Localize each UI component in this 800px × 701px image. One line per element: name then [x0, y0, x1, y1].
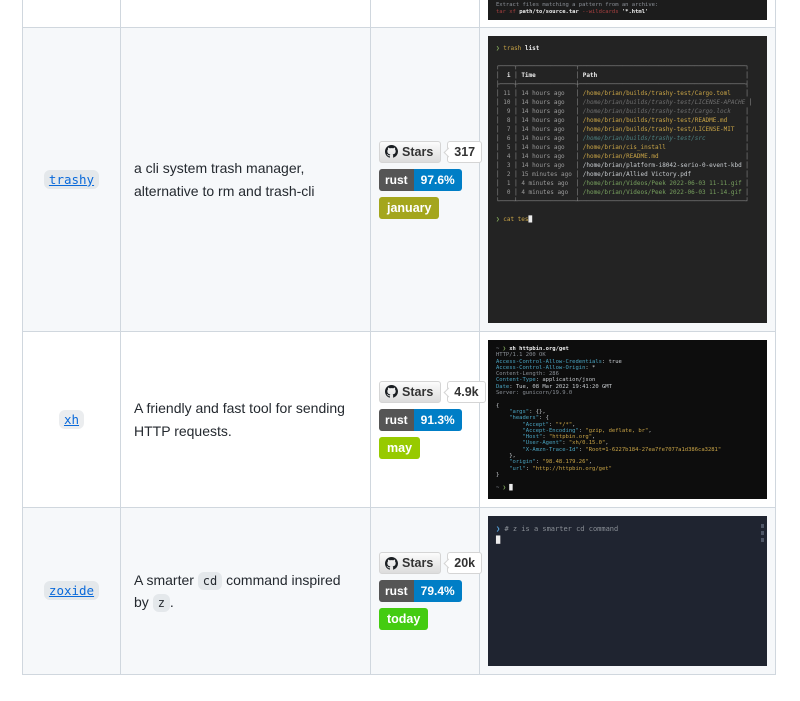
- repo-name-cell: xh: [23, 332, 121, 507]
- repo-description: A smarter cd command inspired by z.: [134, 569, 357, 614]
- github-icon: [385, 385, 398, 398]
- stars-count: 4.9k: [447, 381, 485, 403]
- badges-cell: Stars 4.9k rust91.3% may: [371, 332, 480, 507]
- language-name: rust: [379, 409, 414, 431]
- description-cell: A friendly and fast tool for sending HTT…: [121, 332, 371, 507]
- repo-name-cell: zoxide: [23, 508, 121, 674]
- github-stars-badge[interactable]: Stars 4.9k: [379, 381, 486, 403]
- description-cell: A smarter cd command inspired by z.: [121, 508, 371, 674]
- description-text: a cli system trash manager, alternative …: [134, 160, 315, 198]
- description-cell: a cli system trash manager, alternative …: [121, 28, 371, 331]
- language-name: rust: [379, 169, 414, 191]
- month-badge: january: [379, 197, 439, 219]
- repo-link[interactable]: trashy: [44, 171, 99, 189]
- screenshot-cell: ❯ trash list ┌────┬────────────────┬────…: [480, 28, 776, 331]
- table-row: zoxide A smarter cd command inspired by …: [23, 508, 776, 675]
- repo-link[interactable]: zoxide: [44, 582, 99, 600]
- repo-link-code: zoxide: [44, 581, 99, 600]
- stars-count: 20k: [447, 552, 482, 574]
- repo-name-cell: [23, 0, 121, 27]
- github-stars-badge[interactable]: Stars 20k: [379, 552, 482, 574]
- repo-name-cell: trashy: [23, 28, 121, 331]
- screenshot-cell: ❯ # z is a smarter cd command█: [480, 508, 776, 674]
- stars-badge-left: Stars: [379, 381, 441, 403]
- github-icon: [385, 557, 398, 570]
- repo-link[interactable]: xh: [59, 411, 84, 429]
- description-text: A friendly and fast tool for sending HTT…: [134, 400, 345, 438]
- terminal-screenshot: ~ ❯ xh httpbin.org/getHTTP/1.1 200 OKAcc…: [488, 340, 767, 499]
- screenshot-cell: Extract files matching a pattern from an…: [480, 0, 776, 27]
- stars-count: 317: [447, 141, 482, 163]
- language-percent: 97.6%: [414, 169, 462, 191]
- terminal-screenshot: Extract files matching a pattern from an…: [488, 0, 767, 20]
- language-percent: 79.4%: [414, 580, 462, 602]
- language-badge: rust79.4%: [379, 580, 462, 602]
- stars-label: Stars: [402, 385, 433, 399]
- repo-description: a cli system trash manager, alternative …: [134, 157, 357, 202]
- terminal-screenshot: ❯ trash list ┌────┬────────────────┬────…: [488, 36, 767, 323]
- stars-badge-left: Stars: [379, 141, 441, 163]
- badges-cell: Stars 20k rust79.4% today: [371, 508, 480, 674]
- badges-cell: [371, 0, 480, 27]
- inline-code: z: [153, 594, 170, 612]
- table-row: trashy a cli system trash manager, alter…: [23, 28, 776, 332]
- badges-cell: Stars 317 rust97.6% january: [371, 28, 480, 331]
- language-percent: 91.3%: [414, 409, 462, 431]
- github-icon: [385, 145, 398, 158]
- description-text: .: [170, 594, 174, 610]
- description-cell: [121, 0, 371, 27]
- table-row: xh A friendly and fast tool for sending …: [23, 332, 776, 508]
- github-stars-badge[interactable]: Stars 317: [379, 141, 482, 163]
- screenshot-cell: ~ ❯ xh httpbin.org/getHTTP/1.1 200 OKAcc…: [480, 332, 776, 507]
- repo-description: A friendly and fast tool for sending HTT…: [134, 397, 357, 442]
- badge-stack: Stars 20k rust79.4% today: [379, 552, 482, 630]
- repo-link-code: xh: [59, 410, 84, 429]
- stars-badge-left: Stars: [379, 552, 441, 574]
- table-row-partial: Extract files matching a pattern from an…: [23, 0, 776, 28]
- stars-label: Stars: [402, 556, 433, 570]
- repo-table: Extract files matching a pattern from an…: [22, 0, 776, 675]
- language-badge: rust97.6%: [379, 169, 462, 191]
- language-name: rust: [379, 580, 414, 602]
- language-badge: rust91.3%: [379, 409, 462, 431]
- month-badge: may: [379, 437, 420, 459]
- terminal-screenshot: ❯ # z is a smarter cd command█: [488, 516, 767, 666]
- inline-code: cd: [198, 572, 222, 590]
- repo-link-code: trashy: [44, 170, 99, 189]
- description-text: A smarter: [134, 572, 198, 588]
- month-badge: today: [379, 608, 428, 630]
- badge-stack: Stars 317 rust97.6% january: [379, 141, 482, 219]
- stars-label: Stars: [402, 145, 433, 159]
- badge-stack: Stars 4.9k rust91.3% may: [379, 381, 486, 459]
